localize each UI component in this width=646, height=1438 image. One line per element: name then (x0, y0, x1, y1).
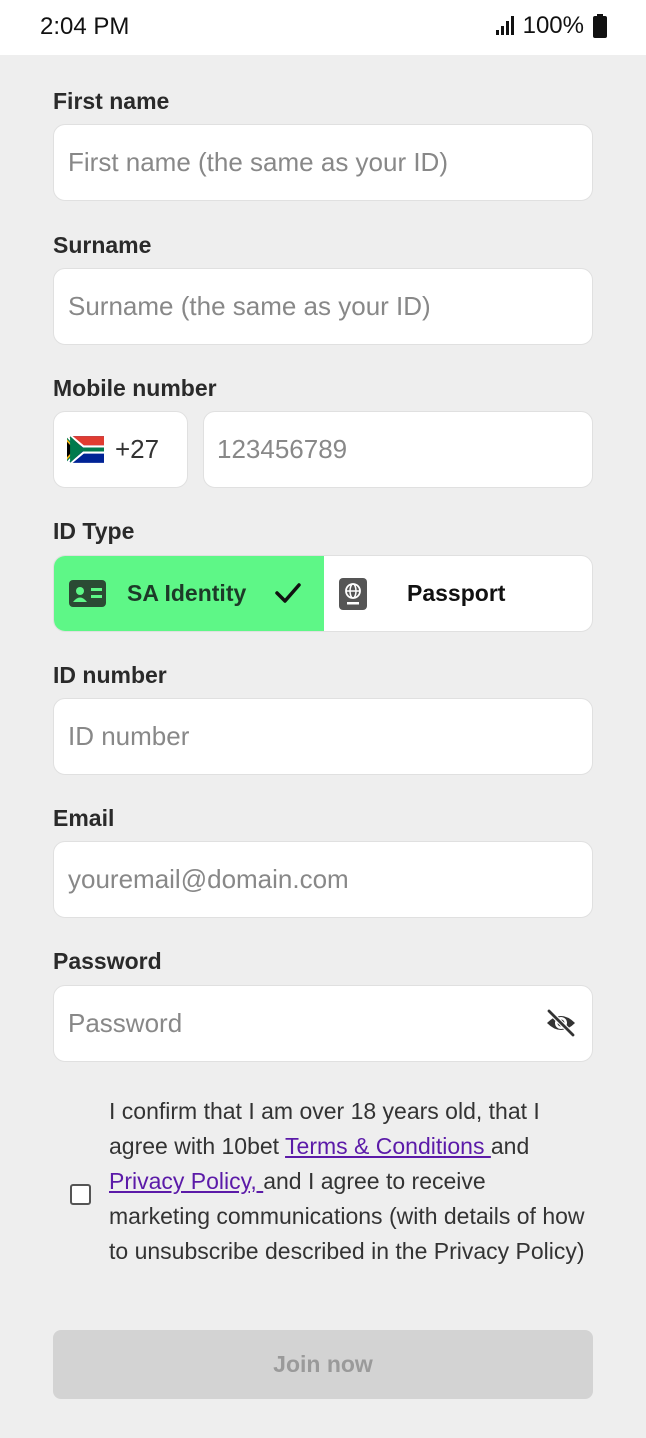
passport-label: Passport (407, 580, 506, 606)
sa-identity-label: SA Identity (127, 580, 247, 606)
signal-icon (495, 16, 514, 35)
password-field-box (53, 985, 593, 1062)
id-type-label: ID Type (53, 518, 135, 544)
email-field-box (53, 841, 593, 918)
password-input[interactable] (54, 986, 592, 1061)
password-label: Password (53, 948, 162, 974)
mobile-number-label: Mobile number (53, 375, 217, 401)
join-now-button[interactable]: Join now (53, 1330, 593, 1399)
id-type-sa-identity-option[interactable]: SA Identity (54, 556, 324, 631)
eye-off-icon[interactable] (545, 1008, 577, 1038)
id-number-input[interactable] (54, 699, 592, 774)
battery-icon (593, 14, 607, 38)
privacy-policy-link[interactable]: Privacy Policy, (109, 1168, 263, 1194)
id-card-icon (69, 580, 106, 607)
id-type-toggle: SA Identity Passport (53, 555, 593, 632)
consent-checkbox[interactable] (70, 1184, 91, 1205)
id-number-field-box (53, 698, 593, 775)
mobile-number-input[interactable] (204, 412, 592, 487)
surname-label: Surname (53, 232, 152, 258)
status-time: 2:04 PM (40, 13, 130, 40)
email-input[interactable] (54, 842, 592, 917)
country-code: +27 (115, 434, 160, 464)
south-africa-flag-icon (67, 436, 104, 463)
id-type-passport-option[interactable]: Passport (324, 556, 592, 631)
status-bar: 2:04 PM 100% (0, 0, 646, 55)
email-label: Email (53, 805, 115, 831)
surname-field-box (53, 268, 593, 345)
checkmark-icon (275, 583, 301, 603)
id-number-label: ID number (53, 662, 167, 688)
consent-text: I confirm that I am over 18 years old, t… (109, 1094, 589, 1269)
country-code-selector[interactable]: +27 (53, 411, 188, 488)
surname-input[interactable] (54, 269, 592, 344)
first-name-input[interactable] (54, 125, 592, 200)
first-name-field-box (53, 124, 593, 201)
consent-text-part: and (490, 1133, 530, 1159)
phone-field-box (203, 411, 593, 488)
status-indicators: 100% (495, 12, 608, 40)
terms-link[interactable]: Terms & Conditions (285, 1133, 491, 1159)
first-name-label: First name (53, 88, 170, 114)
battery-percent: 100% (522, 12, 584, 39)
passport-icon (339, 577, 367, 610)
